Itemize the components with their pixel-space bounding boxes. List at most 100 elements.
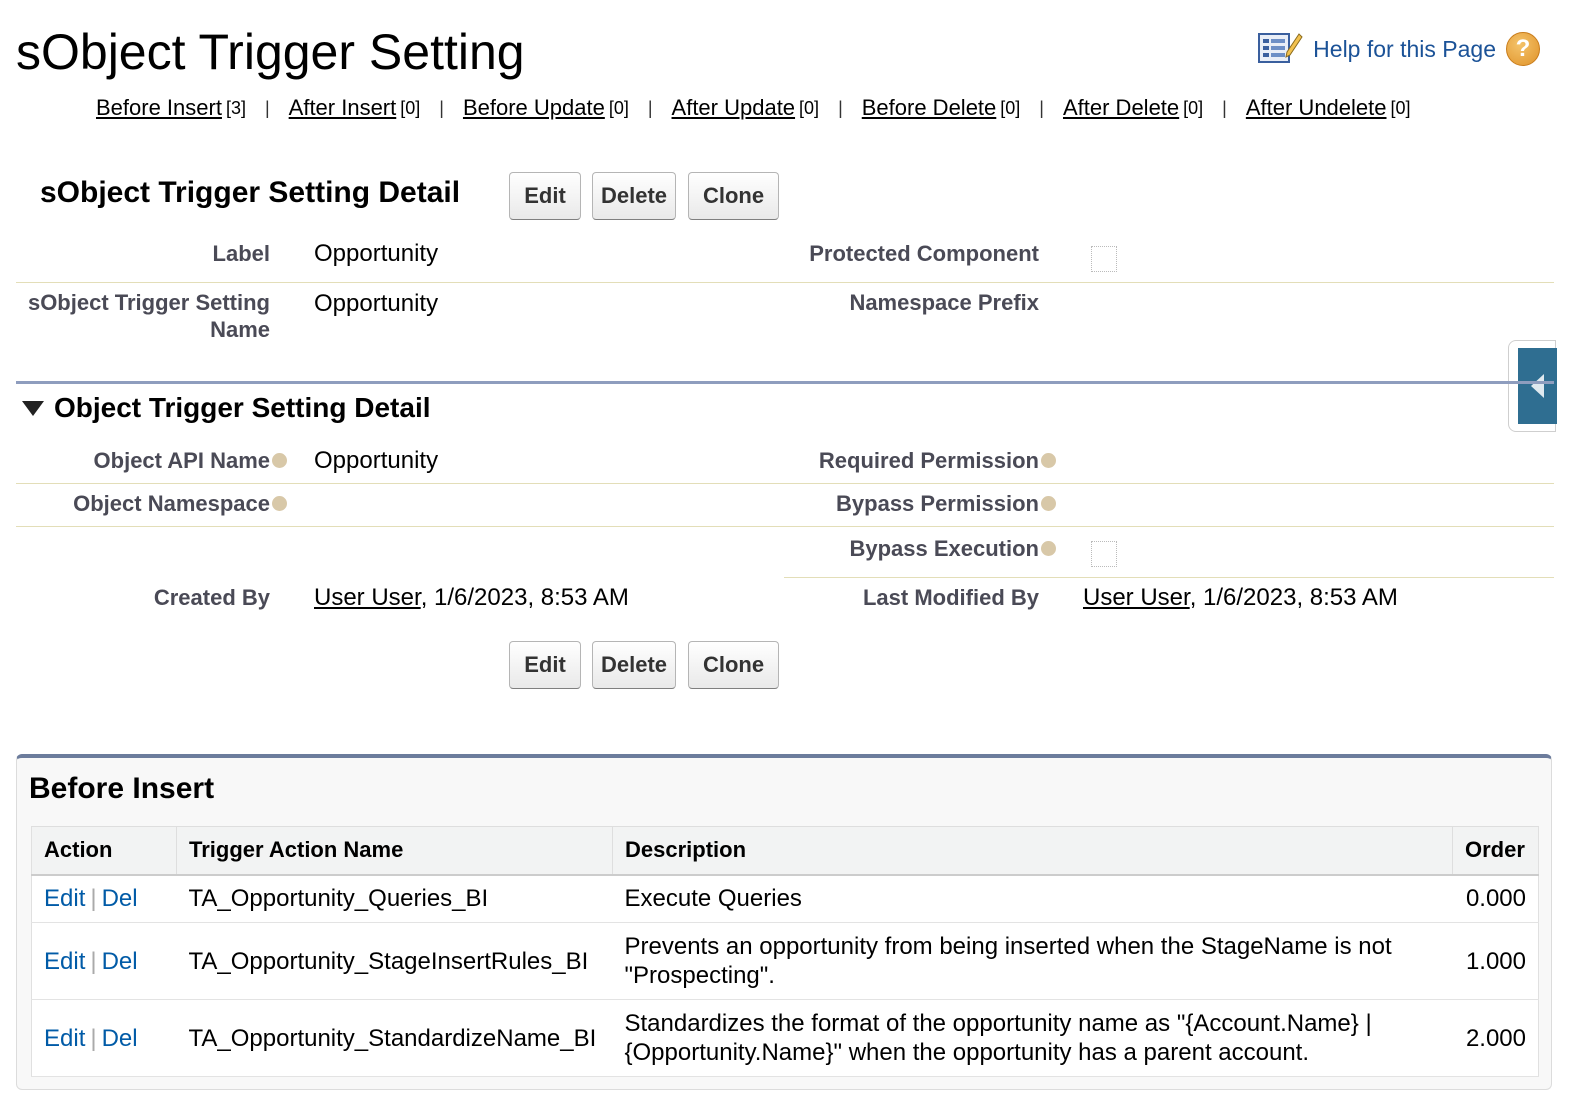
help-question-icon[interactable]: ? — [1506, 32, 1540, 66]
created-by-date: , 1/6/2023, 8:53 AM — [420, 584, 629, 611]
trigger-actions-table: Action Trigger Action Name Description O… — [31, 826, 1539, 1077]
divider — [16, 526, 1554, 527]
order: 1.000 — [1452, 922, 1539, 1000]
related-link-before-delete[interactable]: Before Delete — [862, 95, 997, 121]
last-modified-by-date: , 1/6/2023, 8:53 AM — [1189, 584, 1398, 611]
info-icon[interactable] — [1041, 452, 1056, 468]
object-section-title: Object Trigger Setting Detail — [54, 392, 431, 423]
divider — [16, 282, 1554, 283]
table-row: Edit | Del TA_Opportunity_StandardizeName_… — [31, 999, 1539, 1077]
object-api-name-label: Object API Name — [94, 447, 287, 474]
row-actions: Edit | Del — [31, 922, 177, 1000]
link-separator: | — [838, 97, 843, 118]
description: Prevents an opportunity from being inser… — [612, 922, 1453, 1000]
order: 0.000 — [1452, 874, 1539, 923]
required-permission-label: Required Permission — [819, 447, 1056, 474]
info-icon[interactable] — [1041, 495, 1056, 511]
created-by-label: Created By — [153, 585, 270, 610]
related-list-title: Before Insert — [29, 772, 215, 805]
related-link-after-delete[interactable]: After Delete — [1063, 95, 1179, 121]
row-del-link[interactable]: Del — [102, 948, 138, 975]
link-separator: | — [1222, 97, 1227, 118]
divider — [16, 483, 1554, 484]
help-for-this-page-link[interactable]: Help for this Page — [1313, 36, 1496, 63]
link-separator: | — [264, 97, 270, 118]
setting-name-value: Opportunity — [314, 290, 439, 317]
row-edit-link[interactable]: Edit — [44, 948, 85, 975]
related-link-count: [0] — [799, 97, 820, 118]
row-edit-link[interactable]: Edit — [44, 1025, 85, 1052]
before-insert-related-list: Before Insert Action Trigger Action Name… — [16, 754, 1552, 1090]
info-icon[interactable] — [272, 495, 287, 511]
related-list-links: Before Insert [3] | After Insert [0] | Bef… — [96, 95, 1411, 121]
table-row: Edit | Del TA_Opportunity_StageInsertRules… — [31, 922, 1539, 1000]
column-header-description: Description — [612, 826, 1453, 876]
section-divider — [16, 381, 1554, 384]
related-link-count: [0] — [1390, 97, 1411, 118]
last-modified-by-value: User User, 1/6/2023, 8:53 AM — [1083, 583, 1398, 613]
bypass-permission-label: Bypass Permission — [836, 490, 1056, 517]
trigger-action-name: TA_Opportunity_StandardizeName_BI — [176, 999, 613, 1077]
edit-button[interactable]: Edit — [509, 641, 581, 689]
info-icon[interactable] — [272, 452, 287, 468]
delete-button[interactable]: Delete — [592, 172, 676, 220]
created-by-user-link[interactable]: User User — [314, 584, 421, 611]
related-link-after-undelete[interactable]: After Undelete — [1246, 95, 1387, 121]
delete-button[interactable]: Delete — [592, 641, 676, 689]
column-header-action: Action — [31, 826, 177, 876]
page-title: sObject Trigger Setting — [16, 24, 525, 80]
help-area: Help for this Page ? — [1257, 30, 1540, 68]
protected-component-checkbox — [1091, 246, 1117, 272]
table-row: Edit | Del TA_Opportunity_Queries_BI Execu… — [31, 874, 1539, 923]
help-doc-icon[interactable] — [1257, 30, 1303, 68]
collapse-triangle-icon[interactable] — [22, 400, 44, 416]
namespace-prefix-label: Namespace Prefix — [849, 290, 1039, 315]
protected-component-label: Protected Component — [809, 241, 1039, 266]
order: 2.000 — [1452, 999, 1539, 1077]
description: Standardizes the format of the opportuni… — [612, 999, 1453, 1077]
info-icon[interactable] — [1041, 540, 1056, 556]
clone-button[interactable]: Clone — [688, 641, 779, 689]
bypass-execution-label: Bypass Execution — [849, 535, 1056, 562]
sidebar-toggle-icon[interactable] — [1518, 348, 1557, 424]
object-section-header[interactable]: Object Trigger Setting Detail — [22, 392, 431, 424]
clone-button[interactable]: Clone — [688, 172, 779, 220]
row-del-link[interactable]: Del — [102, 1025, 138, 1052]
trigger-action-name: TA_Opportunity_Queries_BI — [176, 874, 613, 923]
edit-button[interactable]: Edit — [509, 172, 581, 220]
column-header-trigger-action-name: Trigger Action Name — [176, 826, 613, 876]
label-field-value: Opportunity — [314, 240, 439, 267]
action-separator: | — [90, 1024, 97, 1052]
trigger-action-name: TA_Opportunity_StageInsertRules_BI — [176, 922, 613, 1000]
link-separator: | — [647, 97, 653, 118]
description: Execute Queries — [612, 874, 1453, 923]
link-separator: | — [439, 97, 444, 118]
column-header-order: Order — [1452, 826, 1539, 876]
related-link-count: [0] — [1183, 97, 1204, 118]
divider — [784, 577, 1554, 578]
action-separator: | — [90, 947, 97, 975]
related-link-after-update[interactable]: After Update — [672, 95, 796, 121]
row-edit-link[interactable]: Edit — [44, 885, 85, 912]
row-del-link[interactable]: Del — [102, 885, 138, 912]
related-link-count: [0] — [1000, 97, 1021, 118]
last-modified-by-label: Last Modified By — [862, 585, 1039, 610]
row-actions: Edit | Del — [31, 999, 177, 1077]
related-link-count: [0] — [400, 97, 421, 118]
sidebar-toggle[interactable] — [1508, 340, 1557, 432]
related-link-count: [0] — [608, 97, 629, 118]
related-link-before-insert[interactable]: Before Insert — [96, 95, 222, 121]
related-link-count: [3] — [225, 97, 246, 118]
detail-section-title: sObject Trigger Setting Detail — [40, 176, 461, 209]
link-separator: | — [1039, 97, 1044, 118]
bypass-execution-checkbox — [1091, 541, 1117, 567]
label-field-label: Label — [212, 241, 270, 266]
object-namespace-label: Object Namespace — [73, 490, 287, 517]
object-api-name-value: Opportunity — [314, 447, 439, 474]
related-link-after-insert[interactable]: After Insert — [289, 95, 397, 121]
created-by-value: User User, 1/6/2023, 8:53 AM — [314, 583, 629, 613]
setting-name-label: sObject Trigger Setting Name — [27, 290, 270, 342]
related-link-before-update[interactable]: Before Update — [463, 95, 605, 121]
last-modified-by-user-link[interactable]: User User — [1083, 584, 1190, 611]
action-separator: | — [90, 885, 97, 913]
